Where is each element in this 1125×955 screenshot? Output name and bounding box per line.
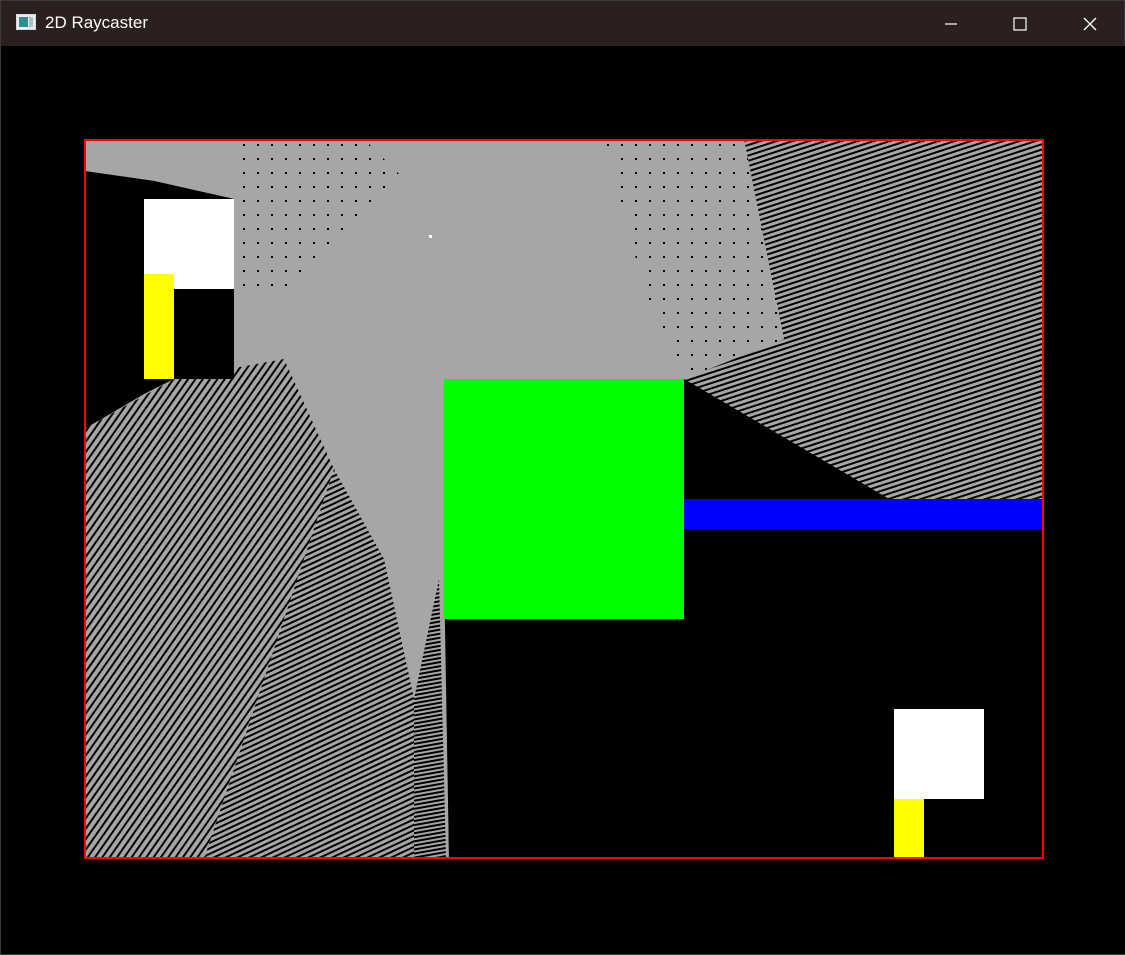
minimize-icon — [945, 22, 957, 25]
minimize-button[interactable] — [916, 1, 986, 46]
close-icon — [1083, 17, 1097, 30]
raycaster-scene[interactable] — [84, 139, 1044, 859]
white-block-bottom — [894, 709, 984, 799]
title-bar[interactable]: 2D Raycaster — [1, 1, 1124, 46]
yellow-block-bottom — [894, 799, 924, 859]
green-block — [444, 379, 684, 619]
blue-wall — [684, 499, 1044, 529]
scene-canvas — [84, 139, 1044, 859]
maximize-button[interactable] — [985, 1, 1055, 46]
close-button[interactable] — [1055, 1, 1125, 46]
yellow-block-top — [144, 274, 174, 379]
maximize-icon — [1013, 16, 1027, 31]
light-source — [429, 235, 432, 238]
app-icon — [16, 14, 36, 30]
window-title: 2D Raycaster — [45, 13, 148, 32]
